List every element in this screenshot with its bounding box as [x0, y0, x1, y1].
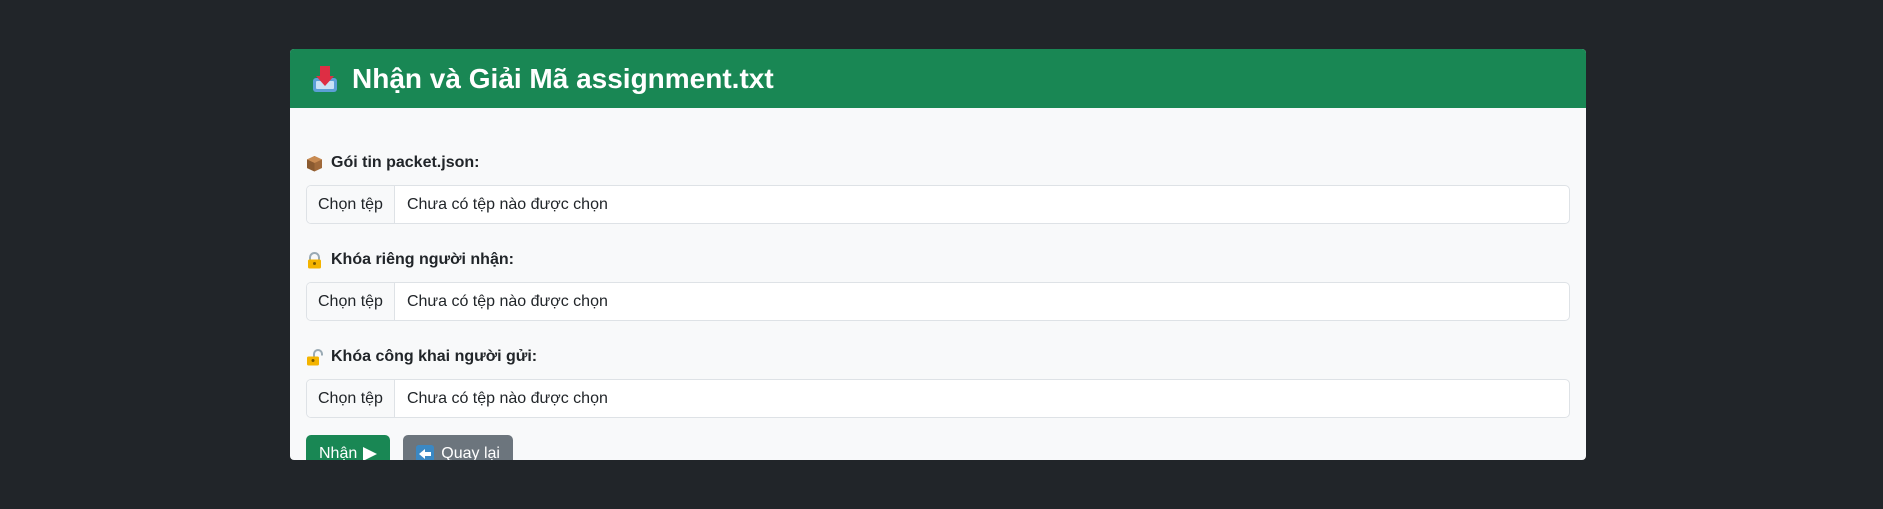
private-key-label: Khóa riêng người nhận:: [306, 250, 1570, 270]
card-body: Gói tin packet.json: Chọn tệp Chưa có tệ…: [290, 108, 1586, 460]
submit-button[interactable]: Nhận: [306, 435, 391, 460]
private-key-choose-file-button[interactable]: Chọn tệp: [307, 283, 395, 320]
locked-with-key-icon: [306, 251, 323, 269]
public-key-label-text: Khóa công khai người gửi:: [331, 348, 538, 365]
private-key-file-input[interactable]: Chọn tệp Chưa có tệp nào được chọn: [306, 282, 1570, 321]
public-key-file-status: Chưa có tệp nào được chọn: [406, 389, 608, 407]
left-arrow-icon: [416, 445, 435, 460]
packet-label-text: Gói tin packet.json:: [331, 154, 480, 171]
private-key-label-text: Khóa riêng người nhận:: [331, 251, 514, 268]
back-button-label: Quay lại: [441, 445, 500, 460]
private-key-file-status: Chưa có tệp nào được chọn: [406, 292, 608, 310]
packet-file-status: Chưa có tệp nào được chọn: [406, 195, 608, 213]
receive-decrypt-card: Nhận và Giải Mã assignment.txt Gói tin p…: [290, 49, 1586, 460]
packet-choose-file-button[interactable]: Chọn tệp: [307, 186, 395, 223]
inbox-tray-icon: [312, 64, 338, 94]
send-arrow-icon: [363, 447, 378, 460]
submit-button-label: Nhận: [319, 445, 358, 460]
packet-file-input[interactable]: Chọn tệp Chưa có tệp nào được chọn: [306, 185, 1570, 224]
page-title: Nhận và Giải Mã assignment.txt: [352, 62, 774, 94]
public-key-file-input[interactable]: Chọn tệp Chưa có tệp nào được chọn: [306, 379, 1570, 418]
package-icon: [306, 155, 323, 172]
public-key-label: Khóa công khai người gửi:: [306, 347, 1570, 367]
public-key-choose-file-button[interactable]: Chọn tệp: [307, 380, 395, 417]
form-actions: Nhận Quay lại: [306, 435, 1570, 460]
packet-label: Gói tin packet.json:: [306, 153, 1570, 173]
unlocked-icon: [306, 348, 323, 366]
card-header: Nhận và Giải Mã assignment.txt: [290, 49, 1586, 108]
back-button[interactable]: Quay lại: [403, 435, 513, 460]
